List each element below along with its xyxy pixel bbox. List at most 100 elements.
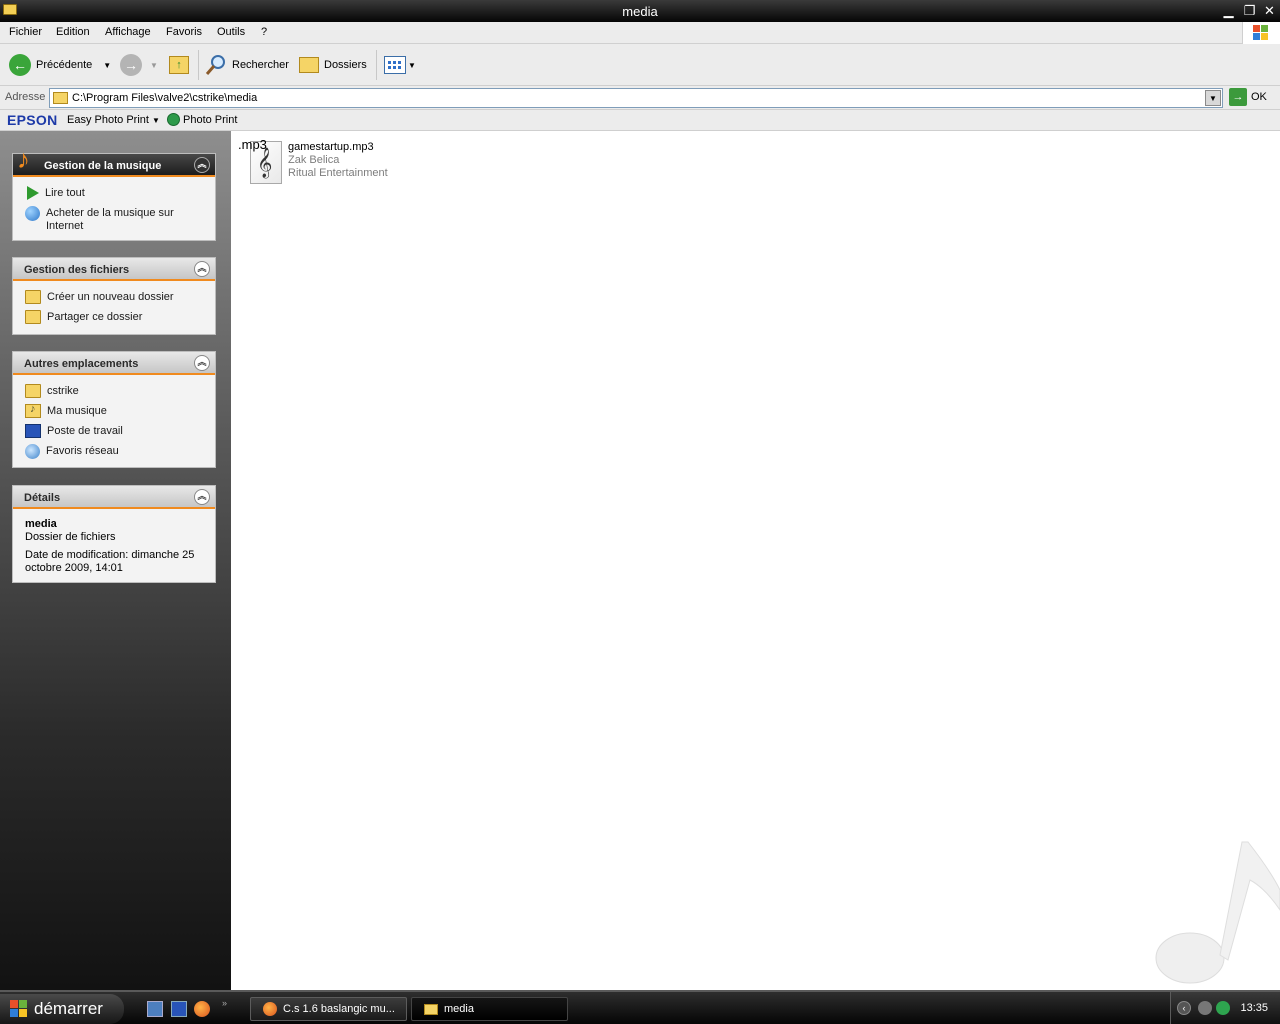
photo-print-label: Photo Print [183, 113, 238, 126]
start-button[interactable]: démarrer [0, 994, 124, 1024]
place-cstrike-label: cstrike [47, 385, 79, 397]
windows-logo [1242, 22, 1280, 44]
show-desktop-icon[interactable] [147, 1001, 163, 1017]
epson-logo: EPSON [7, 112, 58, 128]
computer-icon[interactable] [171, 1001, 187, 1017]
chevron-down-icon: ▼ [408, 60, 416, 70]
forward-arrow-icon: → [120, 54, 142, 76]
search-button[interactable]: Rechercher [205, 52, 289, 78]
place-my-computer-label: Poste de travail [47, 425, 123, 437]
place-my-music[interactable]: Ma musique [25, 403, 107, 418]
system-tray: ‹ 13:35 [1170, 992, 1280, 1024]
quicklaunch-more-icon[interactable]: » [222, 998, 227, 1008]
treble-clef-icon: 𝄞 [257, 148, 273, 178]
play-all-label: Lire tout [45, 187, 85, 199]
start-label: démarrer [34, 999, 103, 1018]
share-folder-label: Partager ce dossier [47, 311, 143, 323]
other-places-header[interactable]: Autres emplacements ︽ [13, 352, 215, 375]
address-label: Adresse [5, 91, 46, 103]
new-folder-icon [25, 290, 41, 304]
folders-label: Dossiers [324, 59, 367, 71]
go-button[interactable]: → OK [1229, 88, 1267, 106]
up-folder-icon: ↑ [169, 56, 189, 74]
music-watermark-icon [1155, 841, 1280, 984]
task-firefox-label: C.s 1.6 baslangic mu... [283, 1003, 395, 1015]
restore-button[interactable]: ❐ [1241, 3, 1258, 19]
music-tasks-panel: ♪ Gestion de la musique ︽ Lire tout Ache… [12, 144, 216, 241]
folder-icon [25, 384, 41, 398]
title-bar[interactable]: media ▁ ❐ ✕ [0, 0, 1280, 22]
details-panel: Détails ︽ media Dossier de fichiers Date… [12, 485, 216, 583]
file-list-view[interactable]: .mp3 𝄞 gamestartup.mp3 Zak Belica Ritual… [231, 131, 1280, 990]
mp3-file-icon[interactable]: .mp3 𝄞 [238, 137, 284, 184]
task-pane: ♪ Gestion de la musique ︽ Lire tout Ache… [0, 131, 231, 990]
share-folder-link[interactable]: Partager ce dossier [25, 310, 143, 324]
place-network[interactable]: Favoris réseau [25, 444, 119, 459]
menu-edition[interactable]: Edition [56, 26, 90, 38]
firefox-icon [263, 1002, 277, 1016]
go-arrow-icon: → [1229, 88, 1247, 106]
tray-app-icon[interactable] [1216, 1001, 1230, 1015]
epson-toolbar: EPSON Easy Photo Print ▼ Photo Print [0, 110, 1280, 131]
menu-favoris[interactable]: Favoris [166, 26, 202, 38]
back-arrow-icon: ← [9, 54, 31, 76]
file-album: Ritual Entertainment [288, 167, 388, 179]
up-folder-button[interactable]: ↑ [169, 52, 189, 78]
collapse-icon[interactable]: ︽ [194, 157, 210, 173]
other-places-panel: Autres emplacements ︽ cstrike Ma musique… [12, 351, 216, 468]
my-music-icon [25, 403, 41, 418]
details-name: media [25, 518, 57, 530]
task-media[interactable]: media [411, 997, 568, 1021]
task-firefox[interactable]: C.s 1.6 baslangic mu... [250, 997, 407, 1021]
clock: 13:35 [1240, 1002, 1268, 1014]
place-my-music-label: Ma musique [47, 405, 107, 417]
back-label: Précédente [36, 59, 93, 71]
folders-button[interactable]: Dossiers [299, 52, 367, 78]
computer-icon [25, 424, 41, 438]
details-header[interactable]: Détails ︽ [13, 486, 215, 509]
steam-icon[interactable] [1198, 1001, 1212, 1015]
file-name[interactable]: gamestartup.mp3 [288, 141, 374, 153]
collapse-icon[interactable]: ︽ [194, 355, 210, 371]
play-all-link[interactable]: Lire tout [25, 186, 85, 200]
file-tasks-header[interactable]: Gestion des fichiers ︽ [13, 258, 215, 281]
menu-outils[interactable]: Outils [217, 26, 245, 38]
place-my-computer[interactable]: Poste de travail [25, 424, 123, 438]
menu-fichier[interactable]: Fichier [9, 26, 42, 38]
menu-affichage[interactable]: Affichage [105, 26, 151, 38]
go-label: OK [1251, 91, 1267, 103]
file-tasks-panel: Gestion des fichiers ︽ Créer un nouveau … [12, 257, 216, 335]
photo-print-button[interactable]: Photo Print [167, 113, 237, 126]
address-value: C:\Program Files\valve2\cstrike\media [72, 92, 258, 104]
menu-help[interactable]: ? [261, 26, 267, 38]
details-type: Dossier de fichiers [25, 531, 116, 543]
close-button[interactable]: ✕ [1261, 3, 1278, 19]
search-label: Rechercher [232, 59, 289, 71]
easy-photo-print-button[interactable]: Easy Photo Print ▼ [67, 114, 160, 126]
menu-bar: Fichier Edition Affichage Favoris Outils… [0, 22, 1280, 44]
views-button[interactable]: ▼ [384, 52, 416, 78]
windows-logo-icon [10, 1000, 28, 1018]
music-tasks-header[interactable]: ♪ Gestion de la musique ︽ [13, 144, 215, 177]
address-dropdown-icon[interactable]: ▼ [1205, 90, 1221, 106]
window-title: media [622, 4, 658, 19]
place-cstrike[interactable]: cstrike [25, 384, 79, 398]
collapse-icon[interactable]: ︽ [194, 261, 210, 277]
search-icon [205, 55, 225, 75]
chevron-down-icon[interactable]: ▼ [150, 61, 158, 70]
tray-expand-icon[interactable]: ‹ [1177, 1001, 1191, 1015]
minimize-button[interactable]: ▁ [1220, 3, 1237, 19]
new-folder-label: Créer un nouveau dossier [47, 291, 174, 303]
network-icon [25, 444, 40, 459]
new-folder-link[interactable]: Créer un nouveau dossier [25, 290, 174, 304]
back-button[interactable]: ← Précédente ▼ [9, 52, 111, 78]
address-input[interactable]: C:\Program Files\valve2\cstrike\media ▼ [49, 88, 1223, 108]
forward-button[interactable]: → ▼ [120, 52, 158, 78]
buy-music-link[interactable]: Acheter de la musique sur Internet [25, 206, 185, 233]
firefox-icon[interactable] [194, 1001, 210, 1017]
play-icon [27, 186, 39, 200]
collapse-icon[interactable]: ︽ [194, 489, 210, 505]
chevron-down-icon[interactable]: ▼ [103, 61, 111, 70]
file-tasks-title: Gestion des fichiers [24, 264, 130, 276]
share-folder-icon [25, 310, 41, 324]
